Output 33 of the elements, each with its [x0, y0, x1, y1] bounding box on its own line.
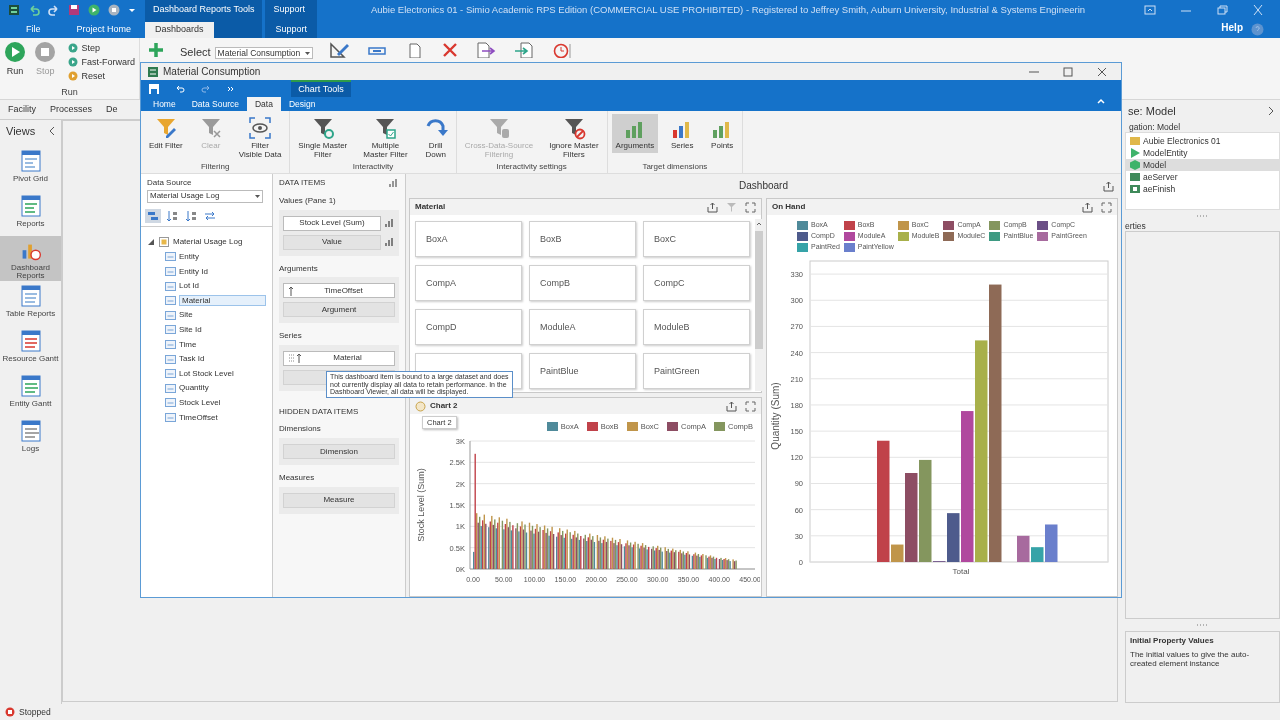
window-title: Aubie Electronics 01 - Simio Academic RPS Edition (COMMERCIAL USE PROHIBITED) - Registered to Jeffrey Smith, Auburn University, Industrial & Systems Engineerin	[370, 4, 1086, 15]
section-label: Series	[279, 331, 303, 341]
dashboard-title: Dashboard	[739, 180, 788, 192]
section-label: Arguments	[279, 263, 319, 274]
panel-title: Views	[6, 125, 36, 139]
panel-title: Material	[415, 202, 446, 212]
group-label: Interactivity	[351, 162, 395, 172]
group-label: Interactivity settings	[495, 162, 568, 172]
group-label: Filtering	[199, 162, 231, 172]
section-title: HIDDEN DATA ITEMS	[279, 406, 360, 417]
section-label: gation: Model	[1128, 122, 1182, 133]
axis-title: Quantity (Sum)	[770, 382, 781, 450]
context-group-title: Support	[273, 4, 305, 14]
panel-title: se: Model	[1128, 105, 1176, 119]
section-label: Values (Pane 1)	[279, 196, 337, 206]
context-group-title: Chart Tools	[298, 84, 344, 94]
section-label: Measures	[279, 472, 316, 483]
field-label: Data Source	[147, 178, 193, 188]
group-label: Target dimensions	[641, 162, 709, 172]
section-label: erties	[1125, 220, 1147, 231]
axis-title: Stock Level (Sum)	[416, 468, 426, 542]
help-text: The initial values to give the auto-created element instance	[1130, 649, 1251, 669]
axis-tick-label: Total	[952, 567, 970, 576]
dialog-title: Material Consumption	[163, 65, 262, 78]
status-text: Stopped	[19, 706, 51, 718]
section-title: DATA ITEMS	[279, 178, 326, 188]
panel-title: On Hand	[772, 202, 806, 212]
select-label: Select	[180, 46, 211, 60]
panel-title: Chart 2	[430, 401, 458, 411]
group-label: Run	[60, 87, 79, 98]
section-label: Dimensions	[279, 424, 322, 434]
context-group-title: Dashboard Reports Tools	[153, 4, 255, 14]
help-title: Initial Property Values	[1130, 635, 1215, 646]
